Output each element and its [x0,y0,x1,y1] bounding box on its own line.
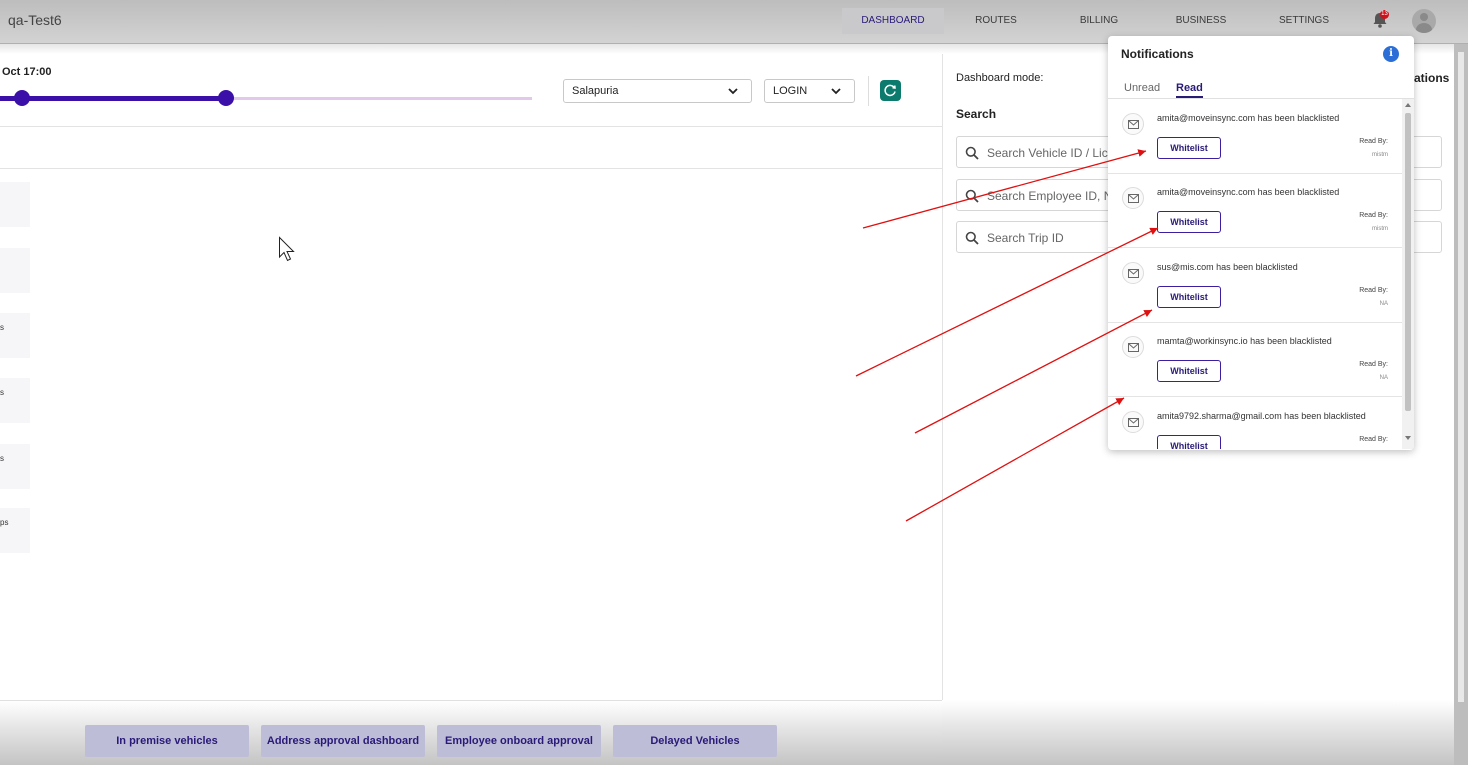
tab-read[interactable]: Read [1176,82,1203,98]
search-title: Search [956,107,997,121]
stat-card[interactable]: s [0,444,30,489]
search-icon [965,189,979,203]
nav-settings[interactable]: SETTINGS [1272,8,1336,34]
mouse-cursor-icon [279,236,295,262]
notification-message: amita@moveinsync.com has been blackliste… [1157,113,1340,123]
chevron-down-icon [831,88,841,95]
scroll-down-arrow[interactable] [1405,436,1411,440]
toolbar-divider [868,76,869,106]
page-scrollbar-thumb[interactable] [1458,52,1464,702]
read-by-label: Read By: [1359,138,1388,145]
nav-dashboard[interactable]: DASHBOARD [842,8,944,34]
footer-bar: In premise vehicles Address approval das… [0,700,942,765]
mode-select[interactable]: LOGIN [764,79,855,103]
address-approval-dashboard-button[interactable]: Address approval dashboard [261,725,425,757]
app-name: qa-Test6 [8,12,62,28]
notification-item: amita@moveinsync.com has been blackliste… [1108,173,1402,248]
read-by-label: Read By: [1359,436,1388,443]
read-by-label: Read By: [1359,212,1388,219]
read-by-label: Read By: [1359,287,1388,294]
read-by-value: mistm [1372,152,1388,158]
notification-message: mamta@workinsync.io has been blacklisted [1157,336,1332,346]
whitelist-button[interactable]: Whitelist [1157,137,1221,159]
time-range-label: Oct 17:00 [2,66,52,78]
notification-scrollbar-thumb[interactable] [1405,113,1411,411]
stat-card[interactable]: s [0,313,30,358]
stat-card[interactable] [0,248,30,293]
refresh-icon [884,84,896,97]
mail-icon [1122,262,1144,284]
notification-item: mamta@workinsync.io has been blacklisted… [1108,322,1402,397]
mail-icon [1122,336,1144,358]
dashboard-mode-label: Dashboard mode: [956,72,1044,84]
time-slider-range [0,96,226,101]
read-by-value: NA [1379,301,1388,307]
notifications-popover: Notifications i Unread Read amita@movein… [1108,36,1414,450]
stat-card[interactable] [0,182,30,227]
mail-icon [1122,187,1144,209]
notification-count-badge: 13 [1380,10,1389,19]
info-icon[interactable]: i [1383,46,1399,62]
time-slider-start-handle[interactable] [14,90,30,106]
mode-select-value: LOGIN [773,85,808,97]
search-icon [965,146,979,160]
notification-item: amita@moveinsync.com has been blackliste… [1108,99,1402,174]
tab-unread[interactable]: Unread [1124,82,1160,94]
time-slider-end-handle[interactable] [218,90,234,106]
nav-routes[interactable]: ROUTES [962,8,1030,34]
read-by-value: mistm [1372,226,1388,232]
delayed-vehicles-button[interactable]: Delayed Vehicles [613,725,777,757]
divider [0,168,942,169]
whitelist-button[interactable]: Whitelist [1157,286,1221,308]
refresh-button[interactable] [880,80,901,101]
notifications-title: Notifications [1121,47,1194,61]
notification-message: sus@mis.com has been blacklisted [1157,262,1298,272]
whitelist-button[interactable]: Whitelist [1157,211,1221,233]
read-by-label: Read By: [1359,361,1388,368]
notification-item: amita9792.sharma@gmail.com has been blac… [1108,397,1402,449]
whitelist-button[interactable]: Whitelist [1157,435,1221,449]
search-icon [965,231,979,245]
mail-icon [1122,113,1144,135]
site-select-value: Salapuria [572,85,619,97]
notification-message: amita@moveinsync.com has been blackliste… [1157,187,1340,197]
section-heading-partial: ations [1414,71,1450,85]
notification-list: amita@moveinsync.com has been blackliste… [1108,99,1402,449]
scroll-up-arrow[interactable] [1405,103,1411,107]
employee-onboard-approval-button[interactable]: Employee onboard approval [437,725,601,757]
site-select[interactable]: Salapuria [563,79,752,103]
notification-scrollbar[interactable] [1402,99,1414,449]
stat-card[interactable]: s [0,378,30,423]
mail-icon [1122,411,1144,433]
nav-business-analytics[interactable]: BUSINESS ANALYTICS [1148,8,1254,52]
right-panel-footer [942,700,1454,765]
stat-card[interactable]: ps [0,508,30,553]
notification-message: amita9792.sharma@gmail.com has been blac… [1157,411,1366,421]
chevron-down-icon [728,88,738,95]
whitelist-button[interactable]: Whitelist [1157,360,1221,382]
divider [0,126,942,127]
notification-item: sus@mis.com has been blacklisted Whiteli… [1108,248,1402,323]
read-by-value: NA [1379,375,1388,381]
in-premise-vehicles-button[interactable]: In premise vehicles [85,725,249,757]
user-avatar[interactable] [1412,9,1436,33]
nav-billing[interactable]: BILLING [1066,8,1132,34]
